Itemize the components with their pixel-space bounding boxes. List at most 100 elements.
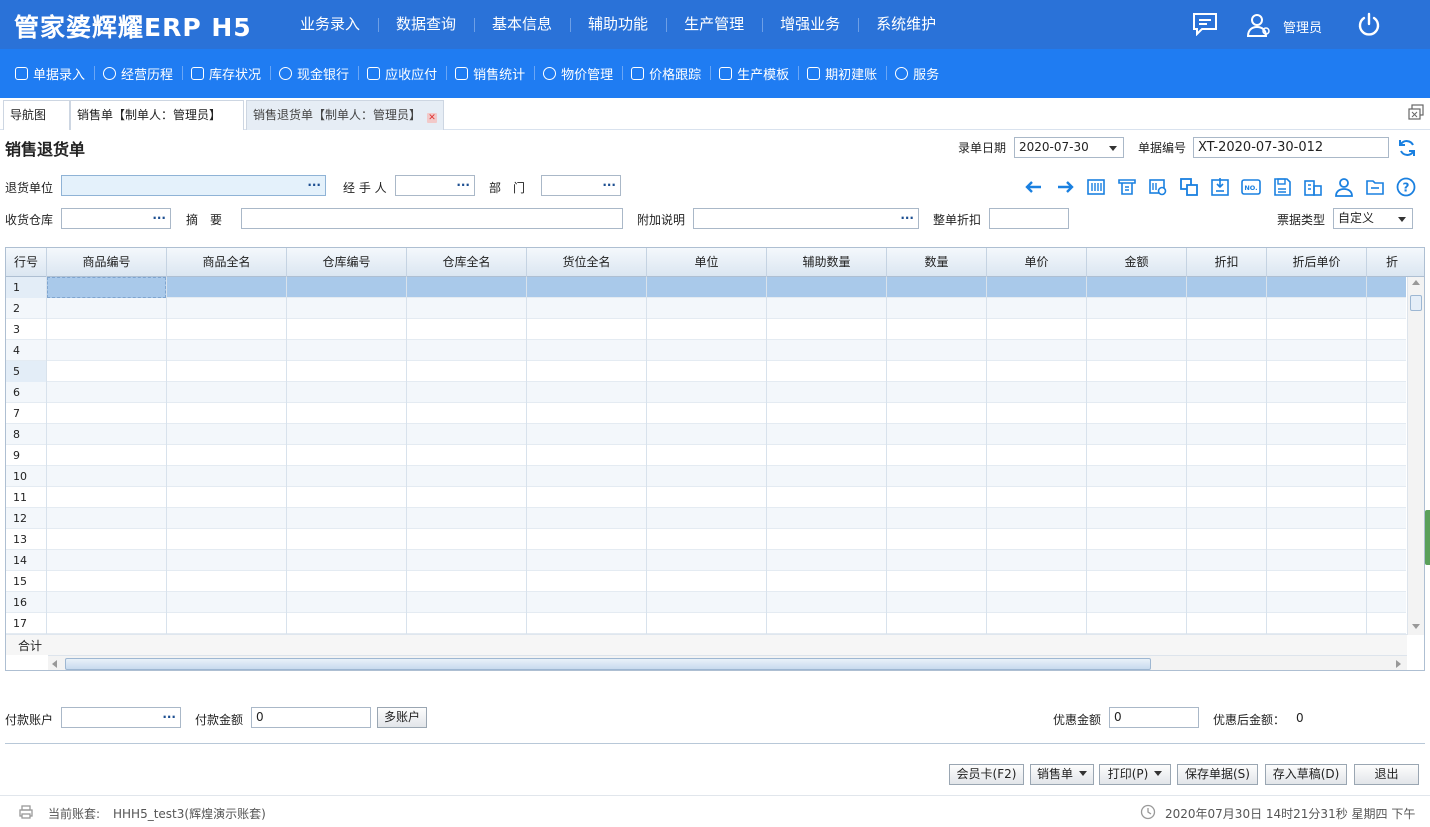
more-icon[interactable]: ···	[602, 176, 616, 195]
vertical-scroll-thumb[interactable]	[1410, 295, 1422, 311]
main-nav-item-data-query[interactable]: 数据查询	[378, 0, 474, 49]
tab-sales-order[interactable]: 销售单【制单人：管理员】	[70, 100, 244, 130]
scroll-up-icon[interactable]	[1412, 280, 1420, 285]
user-icon[interactable]	[1246, 13, 1272, 40]
table-row[interactable]: 8	[6, 424, 1406, 445]
horizontal-scrollbar[interactable]	[48, 655, 1407, 670]
vertical-scrollbar[interactable]	[1407, 277, 1424, 635]
power-icon[interactable]	[1356, 12, 1382, 41]
document-number-field[interactable]: XT-2020-07-30-012	[1193, 137, 1389, 158]
help-icon[interactable]: ?	[1396, 177, 1416, 197]
active-cell[interactable]	[47, 277, 166, 298]
table-row[interactable]: 17	[6, 613, 1406, 634]
discount-field[interactable]	[989, 208, 1069, 229]
restore-window-icon[interactable]	[1408, 104, 1424, 123]
scroll-down-icon[interactable]	[1412, 624, 1420, 629]
column-header[interactable]: 单位	[647, 248, 767, 277]
ticket-type-select[interactable]: 自定义	[1333, 208, 1413, 229]
handler-field[interactable]: ···	[395, 175, 475, 196]
main-nav-item-basic-info[interactable]: 基本信息	[474, 0, 570, 49]
column-header[interactable]: 仓库编号	[287, 248, 407, 277]
summary-field[interactable]	[241, 208, 623, 229]
sub-nav-item-sales-stats[interactable]: 销售统计	[446, 64, 534, 83]
column-header[interactable]: 折后单价	[1267, 248, 1367, 277]
table-row[interactable]: 11	[6, 487, 1406, 508]
person-icon[interactable]	[1334, 177, 1354, 197]
save-draft-button[interactable]: 存入草稿(D)	[1265, 764, 1347, 785]
main-nav-item-maintenance[interactable]: 系统维护	[858, 0, 954, 49]
table-row[interactable]: 13	[6, 529, 1406, 550]
barcode-icon[interactable]	[1086, 177, 1106, 197]
member-card-button[interactable]: 会员卡(F2)	[949, 764, 1024, 785]
column-header[interactable]: 金额	[1087, 248, 1187, 277]
more-icon[interactable]: ···	[307, 176, 321, 195]
import-icon[interactable]	[1210, 177, 1230, 197]
filter-icon[interactable]	[1117, 177, 1137, 197]
column-header[interactable]: 辅助数量	[767, 248, 887, 277]
more-icon[interactable]: ···	[456, 176, 470, 195]
column-header[interactable]: 折扣	[1187, 248, 1267, 277]
sub-nav-item-document-entry[interactable]: 单据录入	[6, 64, 94, 83]
more-icon[interactable]: ···	[152, 209, 166, 228]
sub-nav-item-receivable-payable[interactable]: 应收应付	[358, 64, 446, 83]
user-name[interactable]: 管理员	[1283, 17, 1322, 36]
folder-icon[interactable]	[1365, 177, 1385, 197]
sub-nav-item-history[interactable]: 经营历程	[94, 64, 182, 83]
main-nav-item-business-entry[interactable]: 业务录入	[282, 0, 378, 49]
scroll-right-icon[interactable]	[1396, 660, 1401, 668]
side-handle[interactable]	[1425, 510, 1430, 565]
return-unit-field[interactable]: ···	[61, 175, 326, 196]
main-nav-item-production[interactable]: 生产管理	[666, 0, 762, 49]
arrow-left-icon[interactable]	[1024, 177, 1044, 197]
column-header[interactable]: 单价	[987, 248, 1087, 277]
table-row[interactable]: 9	[6, 445, 1406, 466]
column-header[interactable]: 仓库全名	[407, 248, 527, 277]
main-nav-item-aux-functions[interactable]: 辅助功能	[570, 0, 666, 49]
note-field[interactable]: ···	[693, 208, 919, 229]
sub-nav-item-production-template[interactable]: 生产模板	[710, 64, 798, 83]
table-row[interactable]: 16	[6, 592, 1406, 613]
tab-sales-return[interactable]: 销售退货单【制单人：管理员】 ✕	[246, 100, 444, 130]
horizontal-scroll-thumb[interactable]	[65, 658, 1151, 670]
table-row[interactable]: 6	[6, 382, 1406, 403]
table-row[interactable]: 14	[6, 550, 1406, 571]
sub-nav-item-service[interactable]: 服务	[886, 64, 948, 83]
warehouse-field[interactable]: ···	[61, 208, 171, 229]
table-row[interactable]: 15	[6, 571, 1406, 592]
sub-nav-item-price-management[interactable]: 物价管理	[534, 64, 622, 83]
sub-nav-item-opening-accounts[interactable]: 期初建账	[798, 64, 886, 83]
department-field[interactable]: ···	[541, 175, 621, 196]
save-document-button[interactable]: 保存单据(S)	[1177, 764, 1258, 785]
more-icon[interactable]: ···	[900, 209, 914, 228]
table-row[interactable]: 1	[6, 277, 1406, 298]
table-row[interactable]: 10	[6, 466, 1406, 487]
more-icon[interactable]: ···	[162, 708, 176, 727]
sales-order-button[interactable]: 销售单	[1030, 764, 1094, 785]
barcode-settings-icon[interactable]	[1148, 177, 1168, 197]
column-header[interactable]: 商品全名	[167, 248, 287, 277]
table-row[interactable]: 2	[6, 298, 1406, 319]
copy-icon[interactable]	[1179, 177, 1199, 197]
payment-account-field[interactable]: ···	[61, 707, 181, 728]
column-header[interactable]: 折后	[1367, 248, 1407, 277]
main-nav-item-enhanced[interactable]: 增强业务	[762, 0, 858, 49]
sub-nav-item-price-tracking[interactable]: 价格跟踪	[622, 64, 710, 83]
save-disk-icon[interactable]	[1272, 177, 1292, 197]
table-row[interactable]: 4	[6, 340, 1406, 361]
arrow-right-icon[interactable]	[1055, 177, 1075, 197]
multi-account-button[interactable]: 多账户	[377, 707, 427, 728]
column-header[interactable]: 数量	[887, 248, 987, 277]
date-field[interactable]: 2020-07-30	[1014, 137, 1124, 158]
calculator-icon[interactable]	[1303, 177, 1323, 197]
close-icon[interactable]: ✕	[427, 113, 438, 123]
table-row[interactable]: 7	[6, 403, 1406, 424]
sub-nav-item-cash-bank[interactable]: 现金银行	[270, 64, 358, 83]
scroll-left-icon[interactable]	[52, 660, 57, 668]
print-button[interactable]: 打印(P)	[1099, 764, 1171, 785]
message-icon[interactable]	[1192, 12, 1218, 39]
column-header[interactable]: 货位全名	[527, 248, 647, 277]
exit-button[interactable]: 退出	[1354, 764, 1419, 785]
payment-amount-field[interactable]: 0	[251, 707, 371, 728]
sub-nav-item-inventory[interactable]: 库存状况	[182, 64, 270, 83]
table-row[interactable]: 12	[6, 508, 1406, 529]
